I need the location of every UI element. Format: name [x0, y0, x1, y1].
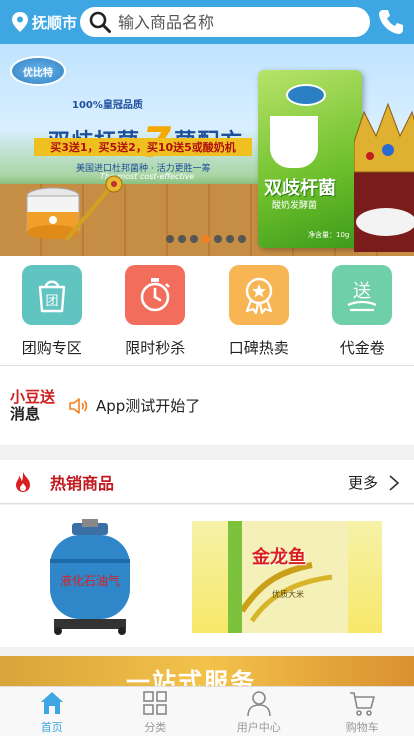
banner-promo: 买3送1，买5送2，买10送5或酸奶机 — [34, 138, 252, 156]
tab-category[interactable]: 分类 — [104, 687, 208, 736]
hot-title: 热销商品 — [50, 473, 115, 493]
category-icon-bg — [228, 265, 289, 325]
product-lpg-cylinder[interactable]: 液化石油气 — [40, 519, 140, 635]
carousel-dot[interactable] — [178, 235, 186, 243]
carousel-dot[interactable] — [238, 235, 246, 243]
chevron-right-icon — [389, 474, 400, 491]
tab-user-center[interactable]: 用户中心 — [207, 687, 311, 736]
carousel-dot[interactable] — [226, 235, 234, 243]
category-group-buy[interactable]: 团 团购专区 — [0, 256, 104, 365]
user-icon — [246, 691, 271, 717]
tab-label: 购物车 — [345, 721, 379, 734]
search-input[interactable] — [118, 12, 358, 32]
category-grid-icon — [143, 691, 168, 715]
tab-label: 用户中心 — [236, 721, 281, 734]
home-icon — [40, 692, 63, 714]
carousel-dot[interactable] — [214, 235, 222, 243]
carousel-dots[interactable] — [166, 235, 246, 243]
city-label: 抚顺市 — [32, 13, 78, 32]
category-icon-bg: 送 — [332, 265, 393, 325]
category-label: 团购专区 — [21, 339, 82, 357]
bottom-tabbar: 首页 分类 用户中心 购物车 — [0, 686, 414, 736]
carousel-dot[interactable] — [202, 235, 210, 243]
svg-text:送: 送 — [353, 281, 371, 302]
search-icon — [89, 11, 111, 33]
category-voucher[interactable]: 送 代金卷 — [311, 256, 414, 365]
product-rice-bag[interactable]: 金龙鱼 优质大米 — [192, 521, 382, 633]
tab-label: 首页 — [40, 721, 63, 734]
phone-icon[interactable] — [377, 8, 405, 36]
svg-text:团: 团 — [45, 294, 58, 309]
scepter-image — [64, 175, 123, 242]
category-label: 口碑热卖 — [228, 339, 289, 357]
fire-icon — [16, 471, 30, 492]
tab-label: 分类 — [144, 721, 167, 734]
group-buy-bag-icon: 团 — [38, 280, 65, 313]
location-pin-icon — [12, 12, 28, 32]
pack-name: 双歧杆菌 — [264, 178, 336, 199]
search-box[interactable] — [80, 7, 370, 37]
more-label: 更多 — [347, 474, 378, 492]
product-name: 液化石油气 — [60, 573, 120, 588]
more-link[interactable]: 更多 — [348, 472, 400, 493]
location-selector[interactable]: 抚顺市 — [10, 11, 77, 33]
category-label: 代金卷 — [339, 339, 385, 357]
promo-banner[interactable]: 优比特 100%皇冠品质 双歧杆菌7菌配方 买3送1，买5送2，买10送5或酸奶… — [0, 44, 414, 256]
tab-cart[interactable]: 购物车 — [311, 687, 414, 736]
voucher-gift-icon: 送 — [347, 281, 377, 312]
product-name: 金龙鱼 — [252, 547, 306, 568]
category-row: 团 团购专区 限时秒杀 口碑热卖 送 代金卷 — [0, 256, 414, 366]
ad-banner[interactable]: 一站式服务 — [0, 656, 414, 686]
news-bar[interactable]: 小豆送 消息 App测试开始了 — [0, 366, 414, 446]
pack-logo — [286, 84, 326, 106]
news-text: App测试开始了 — [96, 397, 201, 415]
stopwatch-icon — [140, 278, 171, 312]
ad-text: 一站式服务 — [126, 668, 256, 686]
cart-icon — [350, 692, 376, 716]
news-logo-line1: 小豆送 — [10, 387, 56, 406]
carousel-dot[interactable] — [190, 235, 198, 243]
hot-section-header: 热销商品 更多 — [0, 460, 414, 504]
carousel-dot[interactable] — [166, 235, 174, 243]
crown-image — [354, 102, 414, 252]
category-icon-bg — [125, 265, 186, 325]
pack-foot: 净含量：10g — [308, 231, 350, 239]
product-sub: 优质大米 — [272, 590, 304, 599]
news-logo-line2: 消息 — [10, 404, 41, 423]
product-pack-image: 双歧杆菌 酸奶发酵菌 净含量：10g — [258, 70, 362, 248]
speaker-icon — [69, 397, 88, 414]
brand-logo: 优比特 — [10, 56, 66, 86]
category-flash-sale[interactable]: 限时秒杀 — [104, 256, 208, 365]
banner-subtitle: 100%皇冠品质 — [72, 100, 143, 111]
rice-bag-image — [228, 521, 348, 633]
category-icon-bg: 团 — [21, 265, 82, 325]
category-hot-reputation[interactable]: 口碑热卖 — [207, 256, 311, 365]
tab-home[interactable]: 首页 — [0, 687, 104, 736]
pack-cup — [270, 116, 318, 168]
news-logo: 小豆送 消息 — [10, 387, 60, 423]
hot-products: 液化石油气 金龙鱼 优质大米 — [0, 505, 414, 647]
top-header: 抚顺市 — [0, 0, 414, 44]
medal-star-icon — [245, 277, 272, 315]
category-label: 限时秒杀 — [125, 339, 186, 357]
pack-subtitle: 酸奶发酵菌 — [272, 201, 318, 211]
